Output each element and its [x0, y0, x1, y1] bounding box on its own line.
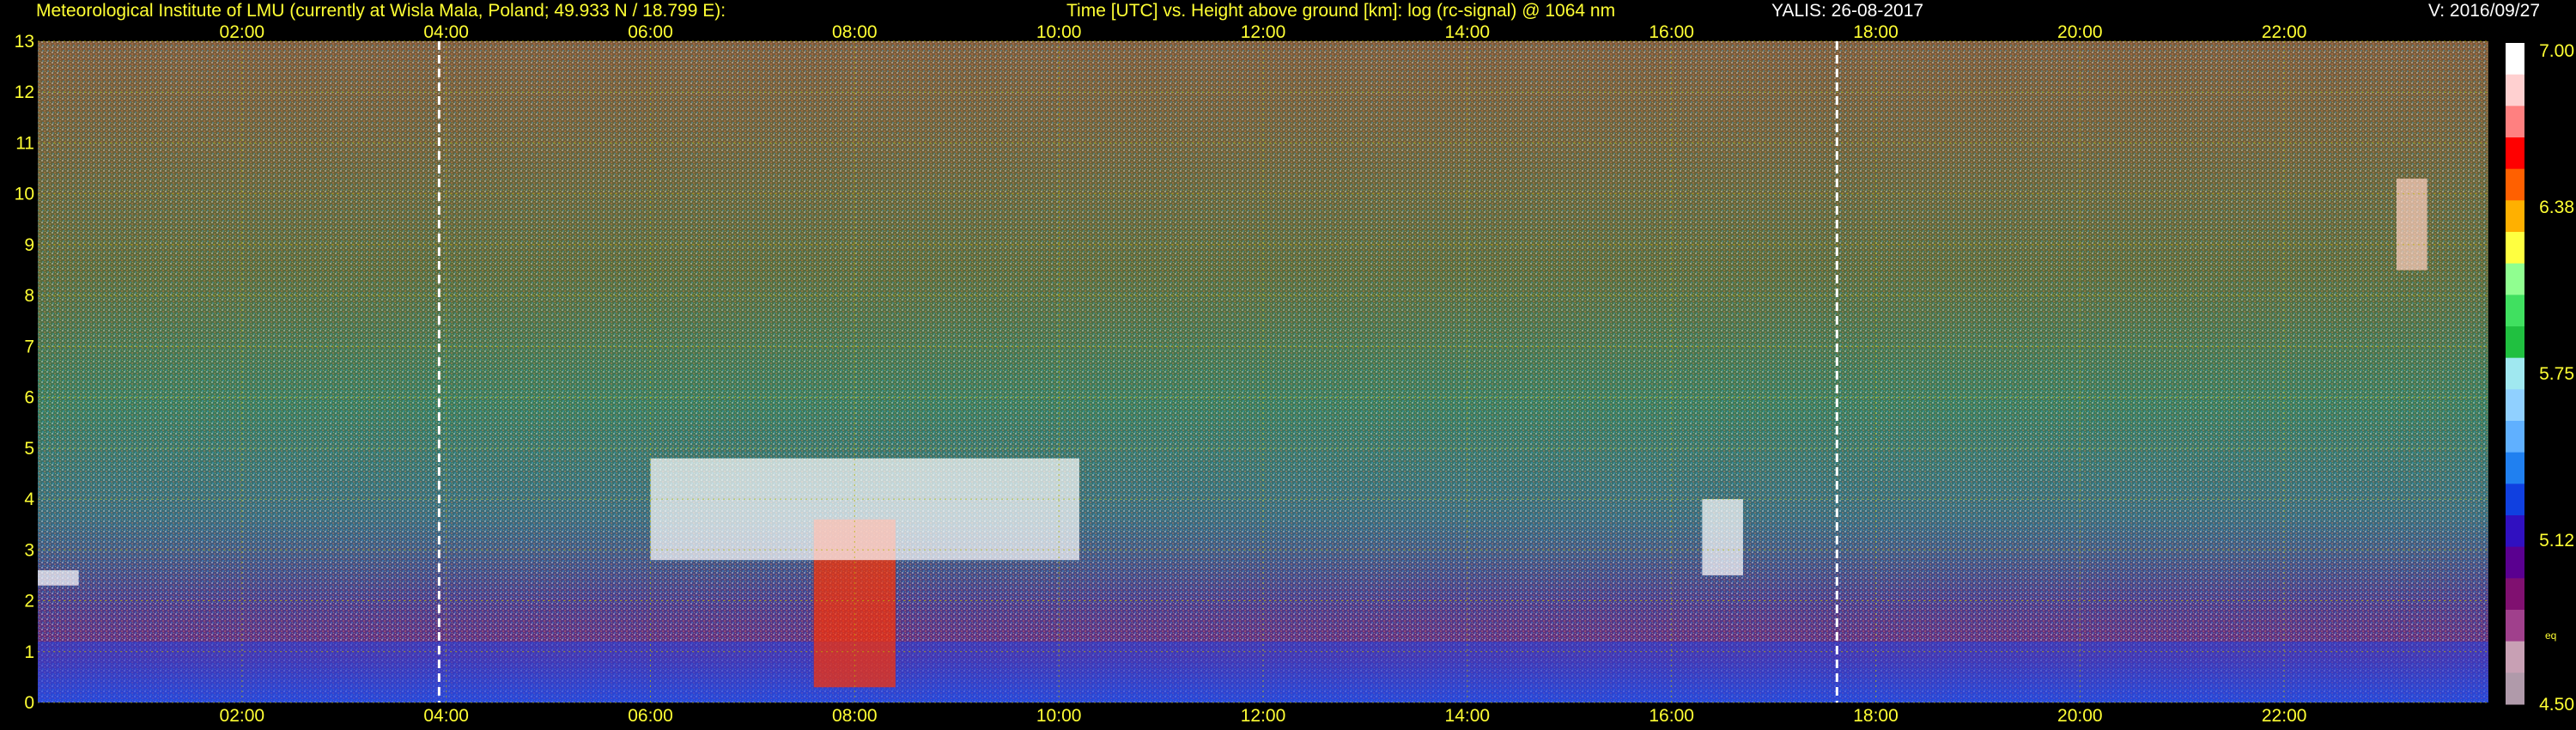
x-tick-label-top-10: 22:00 [2262, 22, 2307, 42]
y-tick-label-13: 13 [15, 32, 34, 52]
x-tick-label-bottom-10: 22:00 [2262, 706, 2307, 726]
x-tick-label-bottom-0: 02:00 [220, 706, 265, 726]
x-tick-label-top-9: 20:00 [2057, 22, 2103, 42]
x-tick-label-top-8: 18:00 [1853, 22, 1899, 42]
y-tick-label-6: 6 [24, 388, 34, 408]
x-tick-label-top-6: 14:00 [1445, 22, 1491, 42]
y-tick-label-5: 5 [24, 439, 34, 459]
x-tick-label-bottom-2: 06:00 [628, 706, 673, 726]
y-tick-label-2: 2 [24, 592, 34, 611]
colorbar-tick-label-0: 7.00 [2539, 41, 2574, 61]
colorbar-segment-18 [2506, 610, 2524, 642]
x-tick-label-top-2: 06:00 [628, 22, 673, 42]
y-axis: 012345678910111213 [15, 32, 35, 713]
y-tick-label-9: 9 [24, 235, 34, 255]
x-tick-label-top-4: 10:00 [1036, 22, 1082, 42]
y-tick-label-8: 8 [24, 286, 34, 306]
colorbar-segment-15 [2506, 515, 2524, 548]
x-tick-label-bottom-8: 18:00 [1853, 706, 1899, 726]
x-tick-label-top-5: 12:00 [1241, 22, 1286, 42]
colorbar-segment-11 [2506, 389, 2524, 422]
colorbar-tick-label-2: 5.75 [2539, 364, 2574, 384]
colorbar-tick-label-1: 6.38 [2539, 198, 2574, 217]
feature-cirrus-4 [2396, 178, 2427, 271]
colorbar-segment-8 [2506, 295, 2524, 327]
colorbar-segment-19 [2506, 641, 2524, 673]
x-tick-label-bottom-4: 10:00 [1036, 706, 1082, 726]
y-tick-label-10: 10 [15, 185, 34, 204]
x-tick-label-bottom-5: 12:00 [1241, 706, 1286, 726]
colorbar-segment-7 [2506, 263, 2524, 295]
colorbar-segment-9 [2506, 326, 2524, 359]
x-axis-top: 02:00 04:00 06:00 08:00 10:00 12:00 14:00 16:00… [220, 22, 2307, 42]
colorbar-segment-12 [2506, 421, 2524, 453]
y-tick-label-3: 3 [24, 540, 34, 560]
colorbar-segment-0 [2506, 43, 2524, 76]
x-tick-label-top-1: 04:00 [423, 22, 469, 42]
colorbar-segment-2 [2506, 106, 2524, 138]
x-tick-label-top-0: 02:00 [220, 22, 265, 42]
x-tick-label-bottom-3: 08:00 [832, 706, 878, 726]
colorbar-note: eq [2545, 630, 2556, 642]
x-axis-bottom: 02:00 04:00 06:00 08:00 10:00 12:00 14:00 16:00… [220, 706, 2307, 726]
y-tick-label-4: 4 [24, 490, 34, 509]
x-tick-label-top-3: 08:00 [832, 22, 878, 42]
y-tick-label-12: 12 [15, 82, 34, 102]
feature-cloud-layer-2 [650, 458, 1079, 561]
colorbar-segment-6 [2506, 232, 2524, 265]
feature-cloud-layer-5 [1702, 499, 1743, 575]
colorbar-segment-17 [2506, 578, 2524, 611]
colorbar-segment-13 [2506, 452, 2524, 484]
colorbar-tick-label-3: 5.12 [2539, 531, 2574, 551]
y-tick-label-7: 7 [24, 337, 34, 356]
x-tick-label-top-7: 16:00 [1649, 22, 1694, 42]
colorbar-segment-10 [2506, 357, 2524, 390]
colorbar-tick-label-4: 4.50 [2539, 695, 2574, 715]
lidar-heatmap-chart: 012345678910111213 02:00 04:00 06:00 08:00 1… [15, 22, 2574, 726]
y-tick-label-0: 0 [24, 693, 34, 713]
feature-cloud-layer-3 [38, 570, 79, 586]
x-tick-label-bottom-1: 04:00 [423, 706, 469, 726]
colorbar-segment-5 [2506, 200, 2524, 233]
x-tick-label-bottom-7: 16:00 [1649, 706, 1694, 726]
x-tick-label-bottom-6: 14:00 [1445, 706, 1491, 726]
colorbar-segment-14 [2506, 484, 2524, 516]
colorbar-segment-16 [2506, 546, 2524, 579]
colorbar-segment-4 [2506, 168, 2524, 201]
colorbar-segment-1 [2506, 74, 2524, 106]
colorbar: 7.00 6.38 5.75 5.12 4.50 eq [2506, 41, 2574, 715]
colorbar-segment-20 [2506, 672, 2524, 705]
y-tick-label-1: 1 [24, 642, 34, 662]
x-tick-label-bottom-9: 20:00 [2057, 706, 2103, 726]
y-tick-label-11: 11 [15, 133, 34, 153]
colorbar-segment-3 [2506, 137, 2524, 170]
